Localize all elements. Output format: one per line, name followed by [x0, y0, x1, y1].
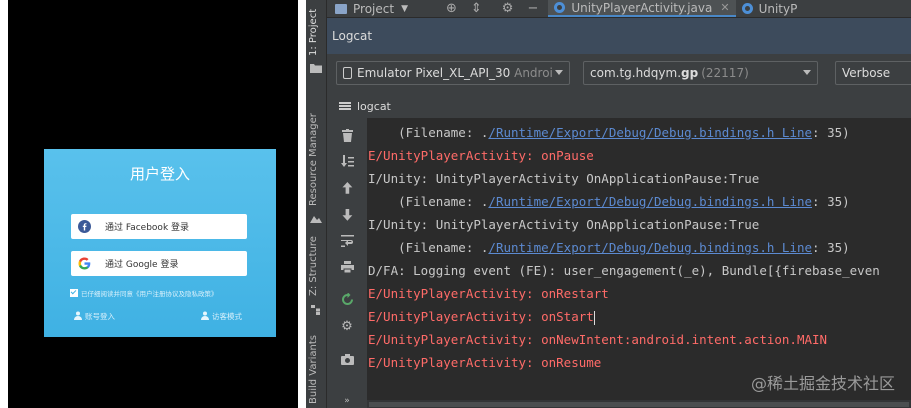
agreement-checkbox[interactable] — [70, 289, 78, 297]
device-name: Emulator Pixel_XL_API_30 — [357, 66, 511, 80]
target-icon[interactable]: ⊕ — [446, 1, 457, 16]
logcat-output[interactable]: (Filename: ./Runtime/Export/Debug/Debug.… — [367, 118, 911, 408]
user-icon — [74, 311, 82, 322]
logcat-panel-title: Logcat — [327, 18, 911, 54]
project-view-selector[interactable]: Project ▼ — [335, 2, 408, 16]
log-level-value: Verbose — [842, 66, 891, 80]
logcat-toolstrip: ⚙ » — [327, 118, 368, 408]
chevron-down-icon: ▼ — [401, 3, 408, 14]
source-link[interactable]: /Runtime/Export/Debug/Debug.bindings.h L… — [488, 125, 812, 140]
restart-icon[interactable] — [340, 292, 354, 306]
log-level-selector[interactable]: Verbose — [835, 61, 911, 85]
process-name: com.tg.hdqym. — [590, 66, 682, 80]
wrap-lines-icon[interactable] — [340, 234, 354, 248]
login-dialog: 用户登入 通过 Facebook 登录 通过 Google 登录 已仔细阅读并同… — [44, 149, 276, 337]
log-line: E/UnityPlayerActivity: onResume — [368, 355, 602, 370]
gear-icon[interactable]: ⚙ — [502, 1, 514, 16]
side-tool-strip: 1: Project Resource Manager Z: Structure… — [306, 0, 327, 408]
log-line: (Filename: ./Runtime/Export/Debug/Debug.… — [368, 125, 850, 140]
print-icon[interactable] — [340, 260, 354, 274]
side-tab-project[interactable]: 1: Project — [308, 2, 319, 56]
java-class-icon — [741, 3, 753, 14]
process-name-bold: gp — [681, 66, 699, 80]
guest-mode-label: 访客模式 — [212, 312, 242, 321]
tab-unity-player[interactable]: UnityP — [736, 0, 804, 17]
up-arrow-icon[interactable] — [340, 181, 354, 195]
device-selector[interactable]: Emulator Pixel_XL_API_30 Androi — [336, 61, 570, 85]
resource-icon — [310, 208, 322, 223]
process-selector[interactable]: com.tg.hdqym. gp (22117) — [583, 61, 818, 85]
text-caret — [593, 310, 595, 325]
log-line: D/FA: Logging event (FE): user_engagemen… — [368, 263, 880, 278]
more-icon[interactable]: » — [340, 394, 354, 408]
folder-icon — [310, 58, 322, 73]
log-line: I/Unity: UnityPlayerActivity OnApplicati… — [368, 171, 760, 186]
guest-mode-link[interactable]: 访客模式 — [201, 311, 242, 322]
logcat-filter-bar: Emulator Pixel_XL_API_30 Androi com.tg.h… — [327, 54, 911, 94]
log-line: E/UnityPlayerActivity: onStart — [368, 309, 595, 325]
project-label: Project — [353, 1, 395, 16]
tab-label: UnityPlayerActivity.java — [571, 0, 713, 15]
log-line: E/UnityPlayerActivity: onRestart — [368, 286, 609, 301]
guest-icon — [201, 311, 209, 322]
top-toolbar: Project ▼ ⊕ ⇕ ⚙ − UnityPlayerActivity.ja… — [327, 0, 911, 18]
chevron-down-icon — [803, 70, 811, 75]
logcat-icon — [339, 102, 351, 110]
process-pid: (22117) — [701, 66, 749, 80]
source-link[interactable]: /Runtime/Export/Debug/Debug.bindings.h L… — [488, 240, 812, 255]
camera-icon[interactable] — [340, 352, 354, 366]
tab-label: UnityP — [758, 1, 798, 16]
google-login-button[interactable]: 通过 Google 登录 — [71, 251, 247, 276]
log-line: E/UnityPlayerActivity: onNewIntent:andro… — [368, 332, 828, 347]
soft-wrap-icon[interactable] — [340, 154, 354, 168]
project-folder-icon — [335, 3, 347, 14]
close-icon[interactable]: ✕ — [720, 1, 729, 14]
log-line: (Filename: ./Runtime/Export/Debug/Debug.… — [368, 240, 850, 255]
collapse-icon[interactable]: ⇕ — [471, 1, 482, 16]
account-login-link[interactable]: 账号登入 — [74, 311, 115, 322]
log-line: E/UnityPlayerActivity: onPause — [368, 148, 594, 163]
log-line: I/Unity: UnityPlayerActivity OnApplicati… — [368, 217, 760, 232]
chevron-down-icon — [555, 70, 563, 75]
facebook-icon — [78, 220, 91, 233]
gear-icon[interactable]: ⚙ — [340, 319, 354, 334]
facebook-login-button[interactable]: 通过 Facebook 登录 — [71, 214, 247, 239]
login-title: 用户登入 — [129, 165, 190, 183]
account-login-label: 账号登入 — [85, 312, 115, 321]
emulator-screen: 用户登入 通过 Facebook 登录 通过 Google 登录 已仔细阅读并同… — [8, 0, 298, 408]
logcat-subheader: logcat — [327, 94, 911, 118]
horizontal-scrollbar[interactable] — [367, 400, 911, 408]
side-tab-build-variants[interactable]: Build Variants — [308, 330, 319, 404]
facebook-login-label: 通过 Facebook 登录 — [105, 223, 190, 233]
trash-icon[interactable] — [340, 128, 354, 142]
source-link[interactable]: /Runtime/Export/Debug/Debug.bindings.h L… — [488, 194, 812, 209]
java-class-icon — [554, 2, 566, 13]
android-studio: 1: Project Resource Manager Z: Structure… — [306, 0, 911, 408]
side-tab-resource-manager[interactable]: Resource Manager — [308, 94, 319, 206]
logcat-sub-title: logcat — [357, 99, 391, 113]
agreement-row: 已仔细阅读并同意 《用户注册协议及隐私政策》 — [70, 288, 218, 298]
device-suffix: Androi — [514, 66, 553, 80]
log-line: (Filename: ./Runtime/Export/Debug/Debug.… — [368, 194, 850, 209]
agreement-text: 已仔细阅读并同意 — [81, 290, 133, 298]
google-icon — [78, 257, 91, 270]
device-icon — [343, 67, 352, 79]
google-login-label: 通过 Google 登录 — [105, 260, 179, 270]
watermark: @稀土掘金技术社区 — [750, 374, 895, 393]
down-arrow-icon[interactable] — [340, 208, 354, 222]
minimize-icon[interactable]: − — [527, 1, 538, 16]
tab-unity-player-activity[interactable]: UnityPlayerActivity.java ✕ — [548, 0, 736, 17]
side-tab-structure[interactable]: Z: Structure — [308, 228, 319, 296]
agreement-link[interactable]: 《用户注册协议及隐私政策》 — [133, 288, 218, 298]
scrollbar-thumb[interactable] — [369, 402, 909, 407]
structure-icon — [310, 300, 322, 315]
